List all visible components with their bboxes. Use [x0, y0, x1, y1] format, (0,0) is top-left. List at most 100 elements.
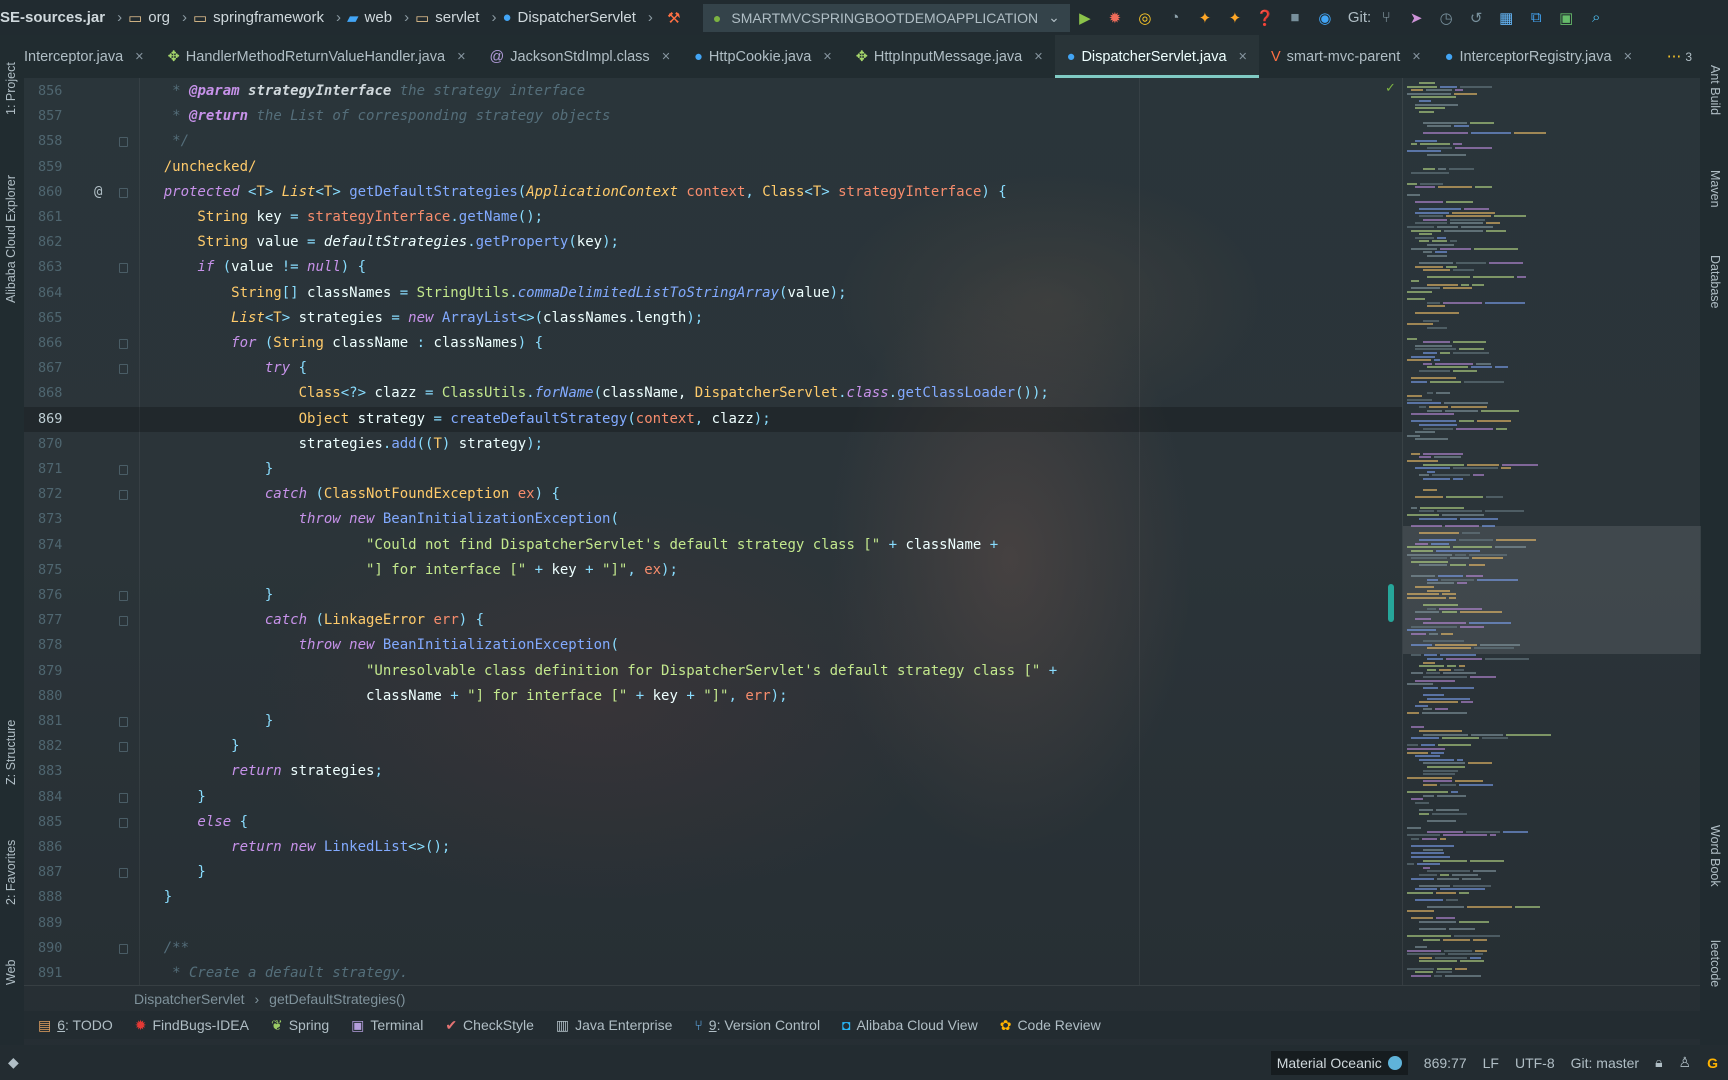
tool-ant-build[interactable]: Ant Build — [1708, 65, 1722, 115]
code-line[interactable]: 877 catch (LinkageError err) { — [24, 608, 1402, 633]
code-line[interactable]: 891 * Create a default strategy. — [24, 961, 1402, 986]
debug-icon[interactable]: ✹ — [1106, 9, 1124, 27]
code-line[interactable]: 878 throw new BeanInitializationExceptio… — [24, 633, 1402, 658]
fold-marker-icon[interactable] — [119, 792, 128, 803]
code-line[interactable]: 870 strategies.add((T) strategy); — [24, 432, 1402, 457]
run-icon[interactable]: ▶ — [1076, 9, 1094, 27]
git-branch[interactable]: Git: master — [1571, 1055, 1639, 1071]
code-line[interactable]: 865 List<T> strategies = new ArrayList<>… — [24, 306, 1402, 331]
code-line[interactable]: 885 else { — [24, 810, 1402, 835]
tool-window-code-review[interactable]: ✿ Code Review — [1000, 1017, 1101, 1034]
fold-marker-icon[interactable] — [119, 742, 128, 753]
code-line[interactable]: 890 /** — [24, 936, 1402, 961]
tool-window-todo[interactable]: ▤ 6: TODO — [38, 1017, 113, 1034]
code-line[interactable]: 860 @ protected <T> List<T> getDefaultStr… — [24, 180, 1402, 205]
git-push-icon[interactable]: ➤ — [1407, 9, 1425, 27]
tool-window-findbugs[interactable]: ✹ FindBugs-IDEA — [135, 1017, 249, 1034]
code-line[interactable]: 883 return strategies; — [24, 759, 1402, 784]
close-icon[interactable]: × — [1624, 49, 1632, 65]
code-minimap[interactable] — [1402, 78, 1701, 985]
translate-icon[interactable]: ⧉ — [1527, 9, 1545, 27]
tool-window-version-control[interactable]: ⑂ 9: Version Control — [694, 1017, 820, 1033]
fold-marker-icon[interactable] — [119, 339, 128, 349]
layers-icon[interactable]: ◆ — [8, 1054, 19, 1071]
tab-httpcookie-java[interactable]: ● HttpCookie.java × — [682, 35, 844, 78]
tool-web[interactable]: Web — [4, 960, 18, 985]
tab-smart-mvc-parent[interactable]: Vsmart-mvc-parent × — [1259, 35, 1433, 78]
code-editor[interactable]: 856 * @param strategyInterface the strat… — [24, 78, 1402, 985]
tab-dispatcherservlet-java[interactable]: ● DispatcherServlet.java × — [1054, 35, 1260, 78]
breadcrumb-class[interactable]: DispatcherServlet — [134, 991, 245, 1007]
fold-marker-icon[interactable] — [119, 591, 128, 601]
spring-debug-icon[interactable]: ✦ — [1226, 9, 1244, 27]
code-line[interactable]: 873 throw new BeanInitializationExceptio… — [24, 507, 1402, 532]
tabs-overflow-button[interactable]: ⋯ 3 — [1667, 49, 1692, 65]
code-line[interactable]: 869 Object strategy = createDefaultStrat… — [24, 406, 1402, 432]
code-line[interactable]: 861 String key = strategyInterface.getNa… — [24, 205, 1402, 230]
run-configuration-select[interactable]: ● SMARTMVCSPRINGBOOTDEMOAPPLICATION ⌄ — [702, 3, 1070, 32]
caret-position[interactable]: 869:77 — [1424, 1055, 1467, 1071]
tool-favorites[interactable]: 2: Favorites — [4, 840, 18, 905]
code-line[interactable]: 887 } — [24, 860, 1402, 885]
code-line[interactable]: 884 } — [24, 785, 1402, 810]
breadcrumb-item[interactable]: ▭ org — [128, 9, 170, 27]
fold-marker-icon[interactable] — [119, 364, 128, 375]
close-icon[interactable]: × — [662, 49, 670, 65]
breadcrumb-item[interactable]: ▰ web — [347, 9, 392, 27]
fold-marker-icon[interactable] — [119, 616, 128, 627]
code-line[interactable]: 856 * @param strategyInterface the strat… — [24, 79, 1402, 104]
close-icon[interactable]: × — [1239, 49, 1247, 65]
code-line[interactable]: 882 } — [24, 734, 1402, 759]
code-line[interactable]: 863 if (value != null) { — [24, 255, 1402, 280]
tool-window-alibaba-cloud[interactable]: ◘ Alibaba Cloud View — [842, 1017, 978, 1033]
update-icon[interactable]: ◉ — [1316, 9, 1334, 27]
breadcrumb-item[interactable]: ▭ servlet — [415, 9, 479, 27]
fold-marker-icon[interactable] — [119, 717, 128, 727]
project-structure-icon[interactable]: ▦ — [1497, 9, 1515, 27]
code-line[interactable]: 888 } — [24, 885, 1402, 910]
git-history-icon[interactable]: ◷ — [1437, 9, 1455, 27]
tool-project[interactable]: 1: Project — [4, 62, 18, 115]
code-line[interactable]: 866 for (String className : classNames) … — [24, 331, 1402, 356]
fold-marker-icon[interactable] — [119, 817, 128, 828]
code-line[interactable]: 889 — [24, 911, 1402, 936]
fold-marker-icon[interactable] — [119, 868, 128, 879]
tool-word-book[interactable]: Word Book — [1708, 825, 1722, 887]
code-line[interactable]: 859 /unchecked/ — [24, 155, 1402, 180]
fold-marker-icon[interactable] — [119, 187, 128, 198]
close-icon[interactable]: × — [823, 49, 831, 65]
override-marker-icon[interactable]: @ — [94, 180, 102, 205]
tab-handlermethodreturnvaluehandler-java[interactable]: ✥ HandlerMethodReturnValueHandler.java × — [156, 35, 478, 78]
tool-database[interactable]: Database — [1708, 255, 1722, 309]
tool-window-checkstyle[interactable]: ✔ CheckStyle — [445, 1017, 534, 1034]
lock-icon[interactable]: 🔒︎ — [1655, 1054, 1662, 1071]
tab-jacksonstdimpl-class[interactable]: @ JacksonStdImpl.class × — [478, 35, 683, 78]
tool-alibaba-cloud-explorer[interactable]: Alibaba Cloud Explorer — [4, 175, 18, 303]
code-line[interactable]: 875 "] for interface [" + key + "]", ex)… — [24, 558, 1402, 583]
search-icon[interactable]: ⌕ — [1587, 9, 1605, 27]
code-line[interactable]: 879 "Unresolvable class definition for D… — [24, 659, 1402, 684]
terminal-icon[interactable]: ▣ — [1557, 9, 1575, 27]
tool-window-terminal[interactable]: ▣ Terminal — [351, 1017, 423, 1034]
code-line[interactable]: 864 String[] classNames = StringUtils.co… — [24, 281, 1402, 306]
breadcrumb-item[interactable]: ● DispatcherServlet — [502, 9, 635, 26]
code-line[interactable]: 876 } — [24, 583, 1402, 608]
run-with-coverage-icon[interactable]: ◎ — [1136, 9, 1154, 27]
tool-structure[interactable]: Z: Structure — [4, 720, 18, 785]
theme-indicator[interactable]: Material Oceanic — [1270, 1050, 1408, 1075]
google-icon[interactable]: G — [1707, 1055, 1718, 1071]
code-line[interactable]: 874 "Could not find DispatcherServlet's … — [24, 533, 1402, 558]
code-line[interactable]: 880 className + "] for interface [" + ke… — [24, 684, 1402, 709]
line-separator[interactable]: LF — [1483, 1055, 1499, 1071]
spring-run-icon[interactable]: ✦ — [1196, 9, 1214, 27]
close-icon[interactable]: × — [1034, 49, 1042, 65]
fold-marker-icon[interactable] — [119, 943, 128, 954]
code-line[interactable]: 862 String value = defaultStrategies.get… — [24, 230, 1402, 255]
code-line[interactable]: 881 } — [24, 709, 1402, 734]
tab-httpinputmessage-java[interactable]: ✥ HttpInputMessage.java × — [844, 35, 1055, 78]
code-line[interactable]: 857 * @return the List of corresponding … — [24, 104, 1402, 129]
file-encoding[interactable]: UTF-8 — [1515, 1055, 1555, 1071]
fold-marker-icon[interactable] — [119, 490, 128, 501]
code-line[interactable]: 867 try { — [24, 356, 1402, 381]
code-line[interactable]: 886 return new LinkedList<>(); — [24, 835, 1402, 860]
